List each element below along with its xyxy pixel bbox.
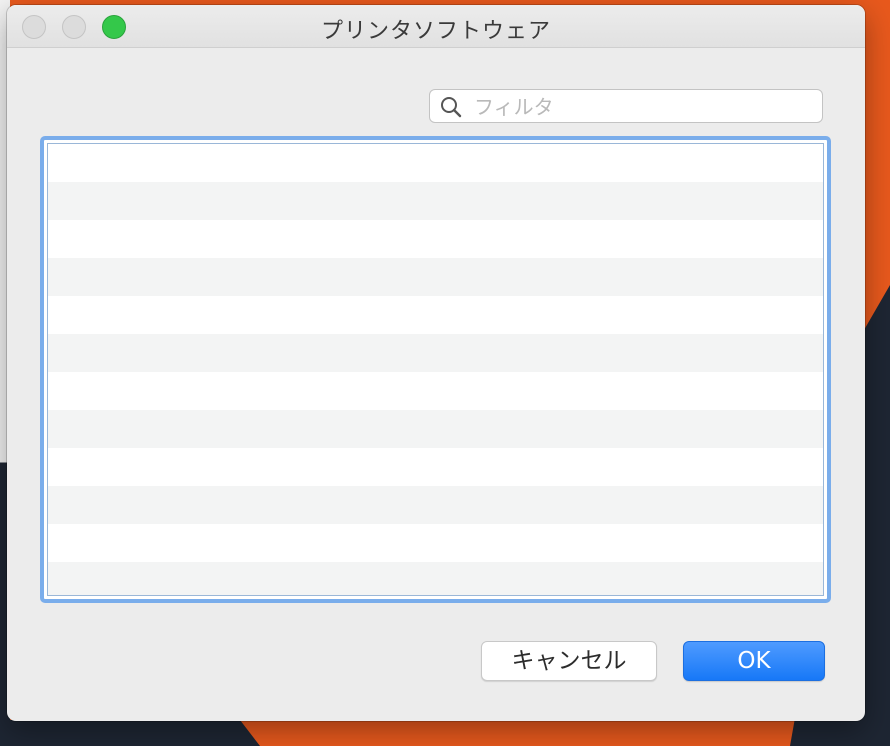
printer-software-dialog: プリンタソフトウェア キャンセル OK (7, 5, 865, 721)
cancel-button[interactable]: キャンセル (481, 641, 657, 681)
list-row (48, 144, 823, 182)
filter-input[interactable] (472, 93, 816, 121)
list-rows (47, 143, 824, 596)
filter-search-field[interactable] (429, 89, 823, 123)
title-bar: プリンタソフトウェア (7, 5, 865, 48)
printer-software-list[interactable] (40, 136, 831, 603)
list-row (48, 296, 823, 334)
list-row (48, 258, 823, 296)
window-title: プリンタソフトウェア (320, 19, 551, 44)
list-row (48, 524, 823, 562)
list-row (48, 486, 823, 524)
list-row (48, 410, 823, 448)
ok-button[interactable]: OK (683, 641, 825, 681)
list-row (48, 448, 823, 486)
list-row (48, 220, 823, 258)
list-row (48, 562, 823, 595)
list-row (48, 334, 823, 372)
list-row (48, 182, 823, 220)
search-icon (441, 97, 462, 118)
list-row (48, 372, 823, 410)
